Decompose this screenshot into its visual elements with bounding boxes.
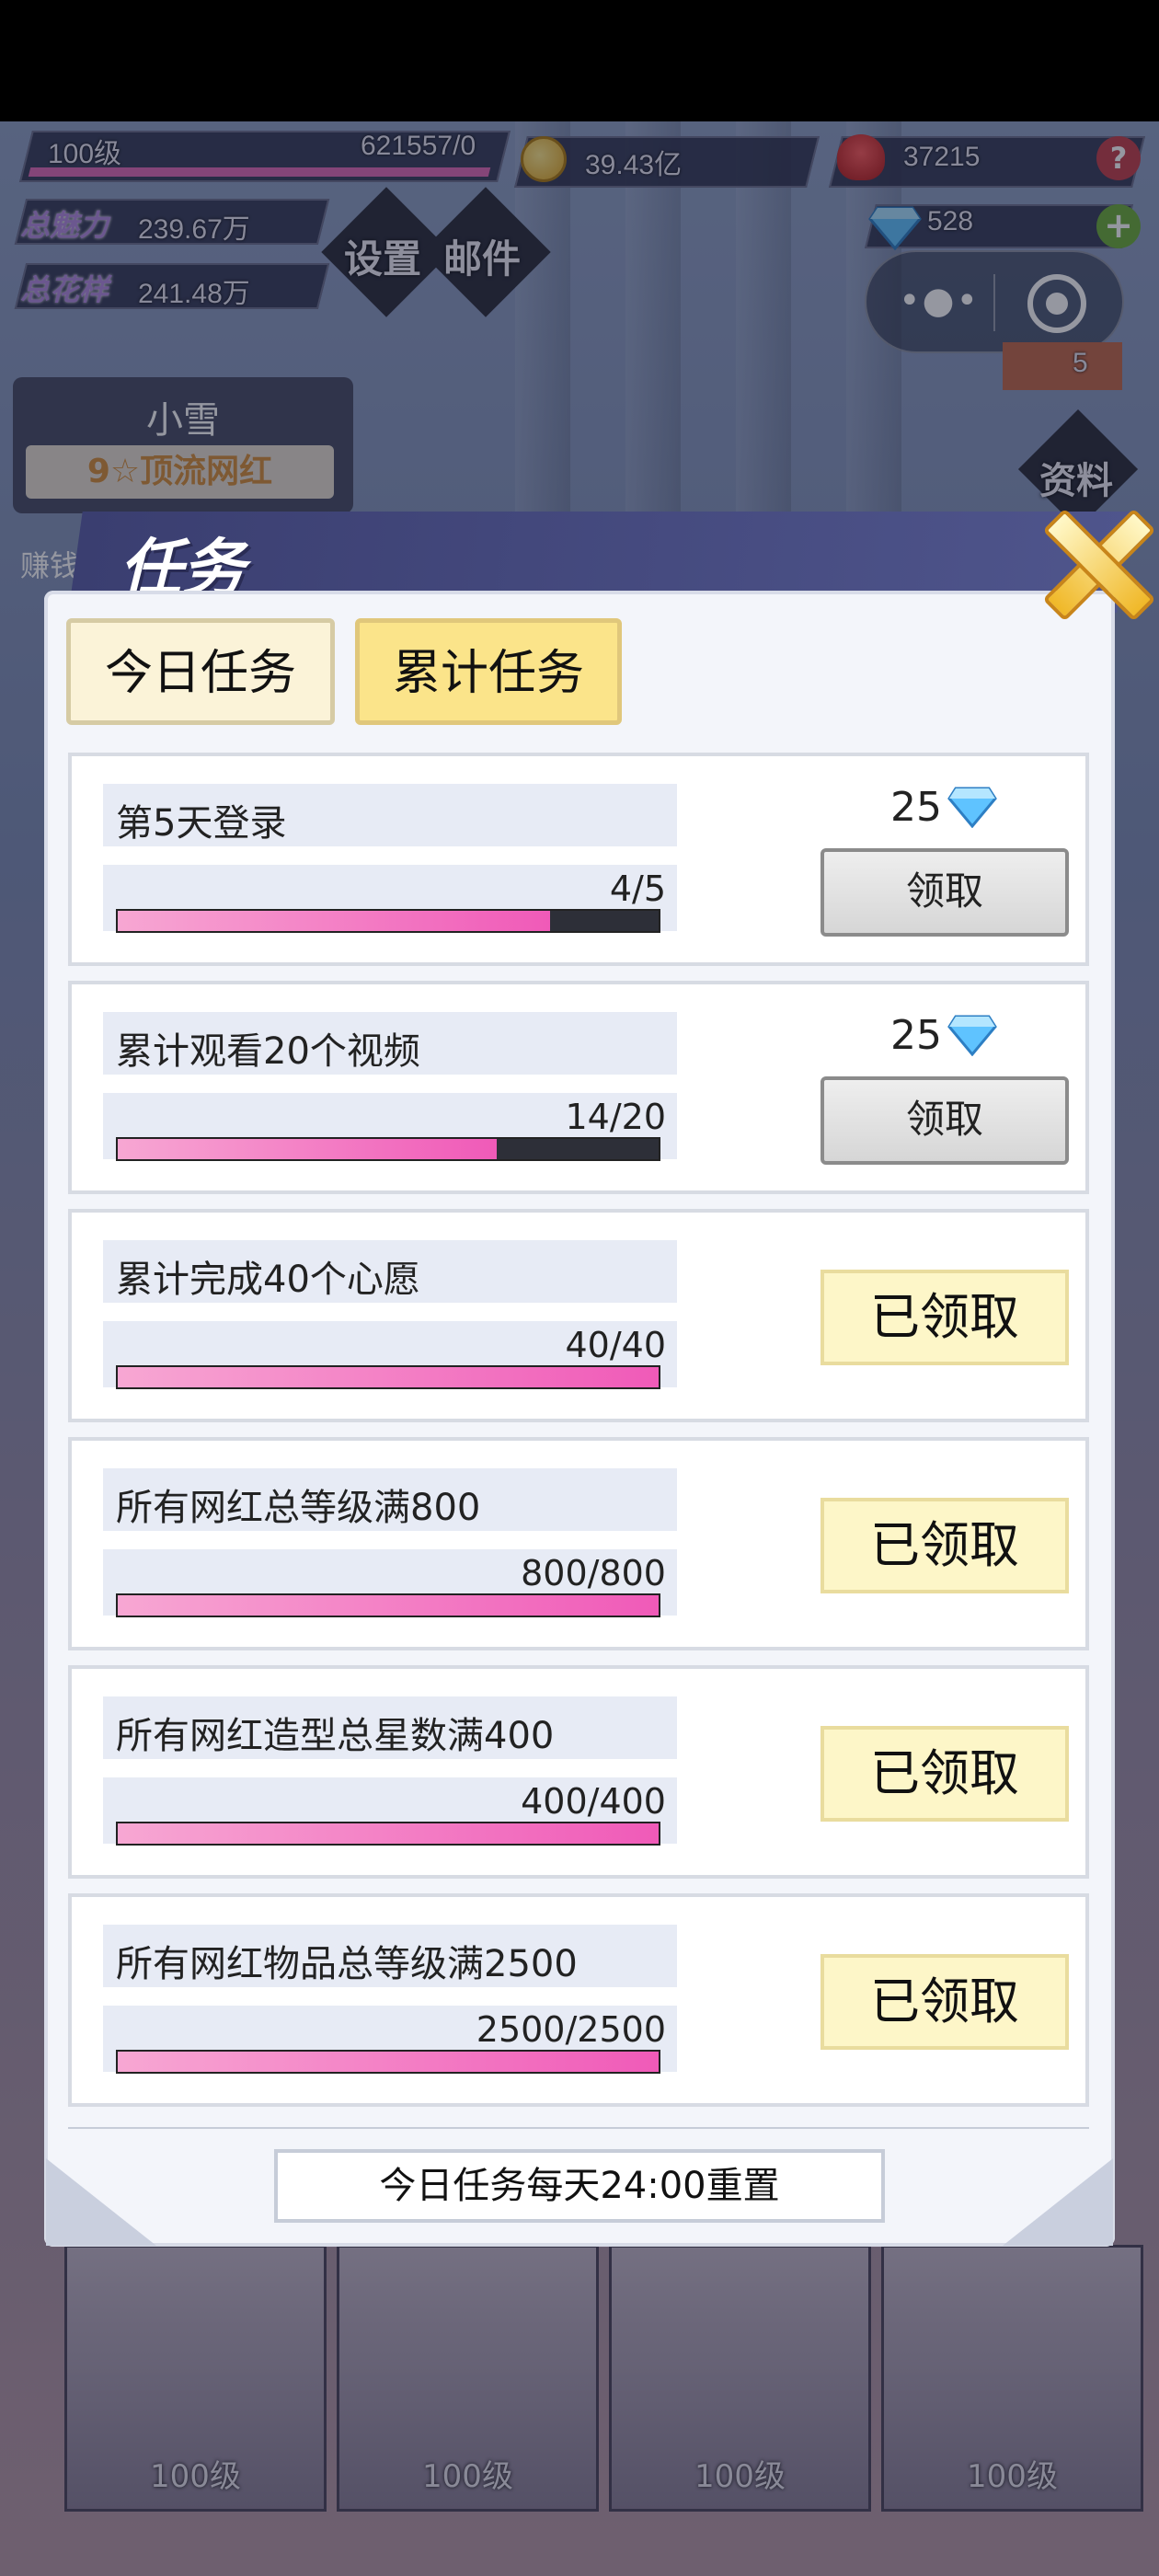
task-row: 第5天登录 4/5 25 领取 (68, 753, 1089, 966)
progress-bar (116, 1365, 660, 1389)
tab-cumulative-tasks[interactable]: 累计任务 (355, 618, 622, 725)
panel-divider (68, 2127, 1089, 2129)
diamond-icon (947, 1015, 997, 1056)
reset-notice: 今日任务每天24:00重置 (274, 2149, 885, 2223)
reward-amount: 25 (890, 1012, 942, 1059)
progress-bar (116, 1593, 660, 1617)
task-name: 所有网红造型总星数满400 (116, 1715, 555, 1757)
reward-amount: 25 (890, 784, 942, 831)
tab-today-tasks[interactable]: 今日任务 (66, 618, 335, 725)
claimed-badge: 已领取 (820, 1954, 1069, 2050)
progress-bar (116, 909, 660, 933)
progress-fill (118, 911, 551, 931)
progress-bar (116, 1822, 660, 1846)
progress-fill (118, 1367, 659, 1387)
progress-fill (118, 1139, 497, 1159)
task-name: 累计完成40个心愿 (116, 1259, 420, 1301)
task-row: 累计观看20个视频 14/20 25 领取 (68, 981, 1089, 1194)
claim-button[interactable]: 领取 (820, 848, 1069, 937)
progress-fill (118, 2052, 659, 2072)
task-name: 累计观看20个视频 (116, 1030, 420, 1073)
task-name: 第5天登录 (116, 802, 287, 845)
progress-text: 4/5 (609, 868, 666, 909)
task-name: 所有网红总等级满800 (116, 1487, 481, 1529)
task-row: 所有网红总等级满800 800/800 已领取 (68, 1437, 1089, 1650)
progress-fill (118, 1595, 659, 1616)
task-row: 累计完成40个心愿 40/40 已领取 (68, 1209, 1089, 1422)
progress-text: 40/40 (565, 1325, 666, 1365)
progress-fill (118, 1823, 659, 1844)
status-bar (0, 0, 1159, 121)
claim-button[interactable]: 领取 (820, 1076, 1069, 1165)
claimed-badge: 已领取 (820, 1726, 1069, 1822)
progress-bar (116, 1137, 660, 1161)
progress-text: 2500/2500 (476, 2009, 666, 2050)
progress-bar (116, 2050, 660, 2074)
task-row: 所有网红物品总等级满2500 2500/2500 已领取 (68, 1893, 1089, 2107)
progress-text: 14/20 (565, 1097, 666, 1137)
claimed-badge: 已领取 (820, 1270, 1069, 1365)
claimed-badge: 已领取 (820, 1498, 1069, 1593)
close-icon[interactable] (1038, 504, 1152, 618)
task-name: 所有网红物品总等级满2500 (116, 1943, 578, 1985)
panel-corner-decoration (46, 2158, 156, 2246)
panel-corner-decoration (1003, 2158, 1113, 2246)
task-row: 所有网红造型总星数满400 400/400 已领取 (68, 1665, 1089, 1879)
progress-text: 800/800 (521, 1553, 666, 1593)
progress-text: 400/400 (521, 1781, 666, 1822)
diamond-icon (947, 787, 997, 828)
